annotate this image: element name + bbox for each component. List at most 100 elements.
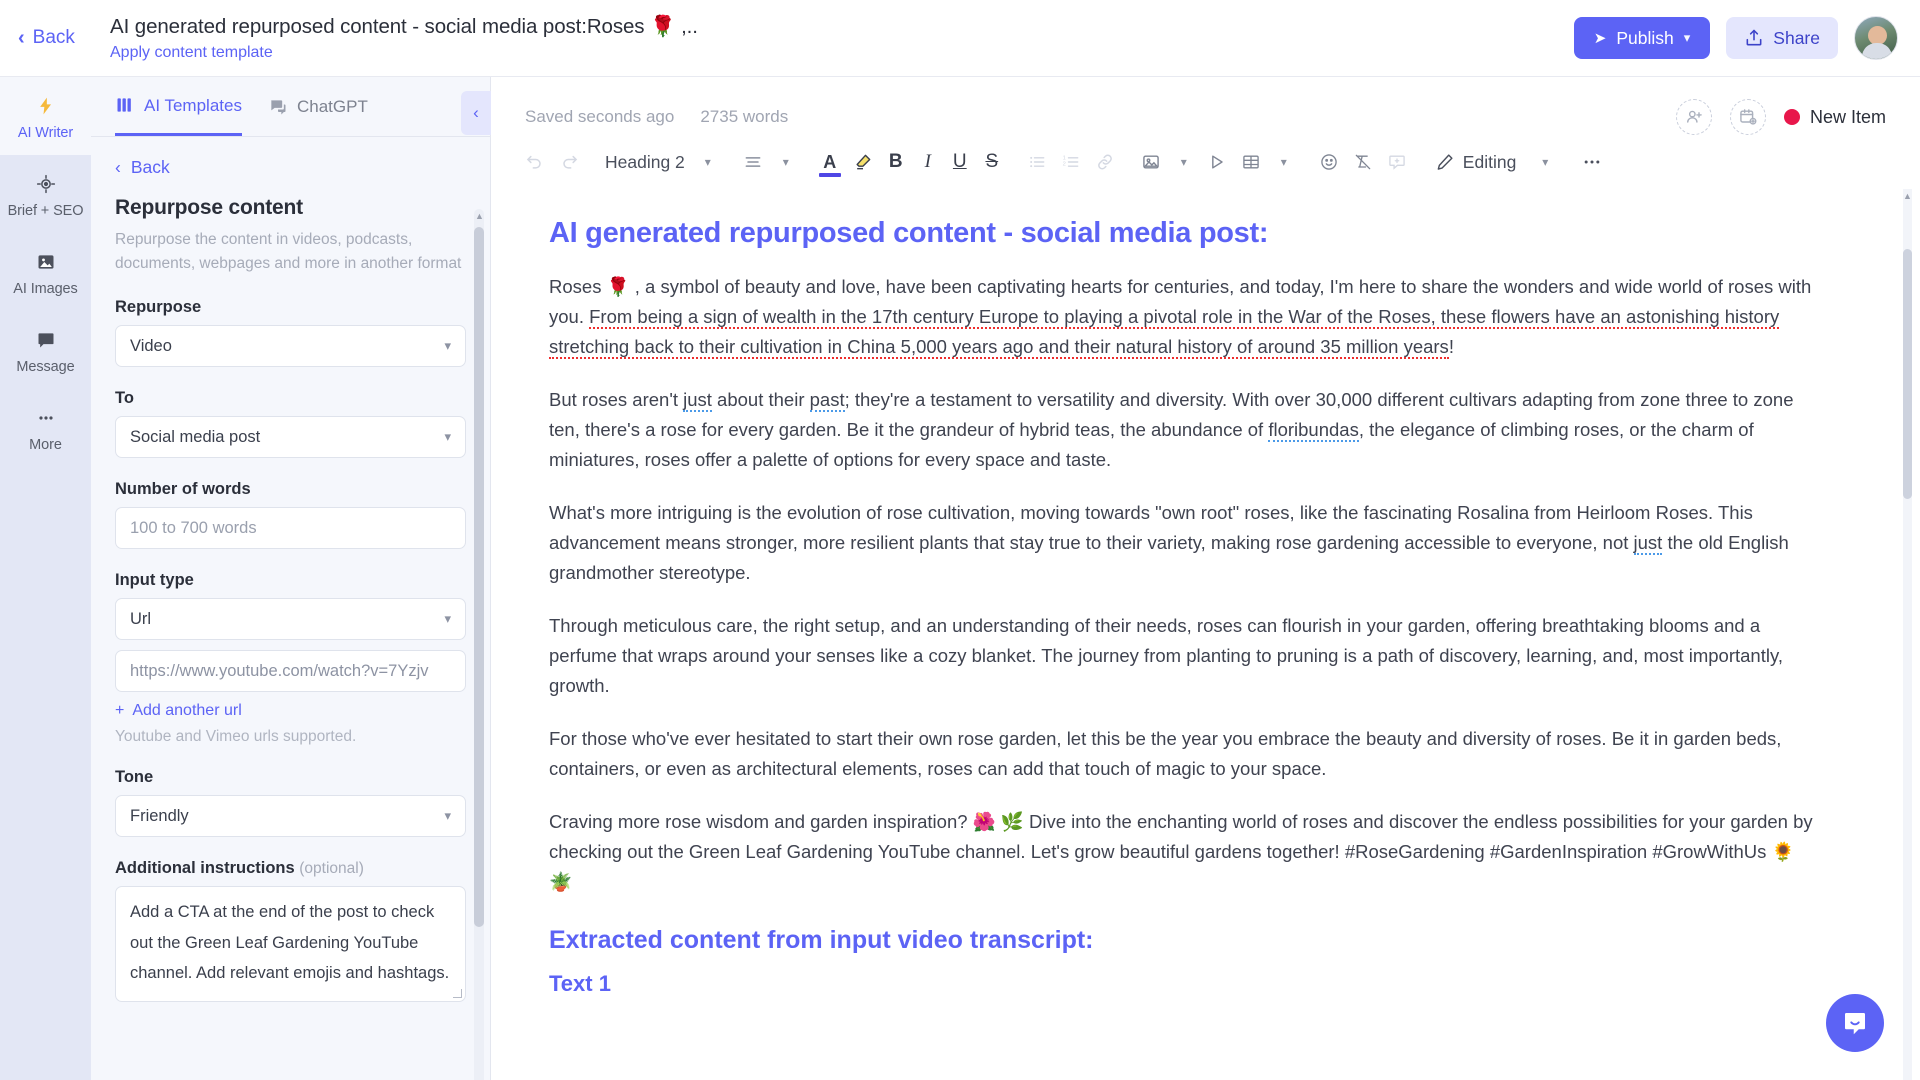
- number-of-words-input[interactable]: 100 to 700 words: [115, 507, 466, 550]
- bolt-icon: [4, 93, 87, 119]
- publish-button[interactable]: ➤ Publish ▾: [1573, 17, 1711, 59]
- tab-chatgpt[interactable]: ChatGPT: [268, 77, 368, 136]
- left-icon-rail: AI Writer Brief + SEO AI Images Message: [0, 77, 91, 1080]
- send-icon: ➤: [1593, 30, 1607, 47]
- template-panel: AI Templates ChatGPT ‹ ‹ Back Repurpose …: [91, 77, 491, 1080]
- bold-icon[interactable]: B: [881, 145, 911, 179]
- image-icon: [4, 249, 87, 275]
- additional-instructions-label: Additional instructions (optional): [115, 859, 466, 878]
- add-another-url-label: Add another url: [132, 702, 242, 720]
- panel-body: ‹ Back Repurpose content Repurpose the c…: [91, 137, 490, 1080]
- status-dot-icon: [1783, 109, 1800, 125]
- image-icon[interactable]: [1135, 145, 1167, 179]
- chevron-down-icon[interactable]: ▾: [1530, 145, 1560, 179]
- chevron-left-icon: ‹: [18, 27, 25, 49]
- sidebar-item-brief-seo[interactable]: Brief + SEO: [0, 155, 91, 233]
- collapse-panel-button[interactable]: ‹: [461, 91, 491, 135]
- document-canvas[interactable]: AI generated repurposed content - social…: [491, 189, 1920, 1080]
- bullet-list-icon[interactable]: [1021, 145, 1053, 179]
- sidebar-item-ai-writer[interactable]: AI Writer: [0, 77, 91, 155]
- support-chat-button[interactable]: [1826, 994, 1884, 1052]
- panel-scrollbar-thumb[interactable]: [474, 227, 484, 927]
- apply-content-template-link[interactable]: Apply content template: [110, 44, 1574, 62]
- document-paragraph: Through meticulous care, the right setup…: [549, 611, 1819, 701]
- new-item-button[interactable]: New Item: [1783, 107, 1886, 128]
- tone-value: Friendly: [130, 806, 189, 825]
- share-button[interactable]: Share: [1726, 17, 1838, 59]
- url-input[interactable]: https://www.youtube.com/watch?v=7Yzjv: [115, 650, 466, 693]
- back-button-label: Back: [32, 27, 75, 48]
- sidebar-item-ai-images[interactable]: AI Images: [0, 233, 91, 311]
- heading-style-dropdown[interactable]: Heading 2: [599, 145, 691, 179]
- repurpose-select[interactable]: Video ▾: [115, 325, 466, 368]
- topbar-actions: ➤ Publish ▾ Share: [1573, 16, 1898, 60]
- document-paragraph: But roses aren't just about their past; …: [549, 385, 1819, 475]
- panel-scrollbar[interactable]: ▲ ▼: [474, 209, 484, 1080]
- text-color-icon[interactable]: A: [815, 145, 845, 179]
- editor-area: Saved seconds ago 2735 words New Item He…: [491, 77, 1920, 1080]
- scroll-up-arrow-icon[interactable]: ▲: [475, 211, 484, 221]
- document-scrollbar[interactable]: ▲ ▼: [1903, 189, 1912, 1080]
- invite-collaborator-button[interactable]: [1675, 99, 1712, 135]
- align-icon[interactable]: [737, 145, 769, 179]
- document-title: AI generated repurposed content - social…: [549, 217, 1269, 249]
- tone-label: Tone: [115, 768, 154, 787]
- sidebar-item-label: More: [29, 437, 62, 453]
- title-block: AI generated repurposed content - social…: [110, 14, 1574, 63]
- emoji-icon[interactable]: [1313, 145, 1345, 179]
- to-select[interactable]: Social media post ▾: [115, 416, 466, 459]
- paragraph-text: For those who've ever hesitated to start…: [549, 727, 1782, 779]
- underline-icon[interactable]: U: [945, 145, 975, 179]
- chevron-down-icon[interactable]: ▾: [771, 145, 801, 179]
- document-scrollbar-thumb[interactable]: [1903, 249, 1912, 499]
- chevron-down-icon[interactable]: ▾: [1169, 145, 1199, 179]
- redo-icon[interactable]: [553, 145, 585, 179]
- document-paragraph: What's more intriguing is the evolution …: [549, 498, 1819, 588]
- message-icon: [4, 327, 87, 353]
- sidebar-item-more[interactable]: More: [0, 389, 91, 467]
- avatar[interactable]: [1854, 16, 1898, 60]
- tab-ai-templates[interactable]: AI Templates: [115, 77, 242, 136]
- numbered-list-icon[interactable]: 12: [1055, 145, 1087, 179]
- main-layout: AI Writer Brief + SEO AI Images Message: [0, 77, 1920, 1080]
- tone-select[interactable]: Friendly ▾: [115, 795, 466, 838]
- panel-back-label: Back: [130, 157, 170, 177]
- target-icon: [4, 171, 87, 197]
- paragraph-text: What's more intriguing is the evolution …: [549, 501, 1753, 553]
- input-type-value: Url: [130, 609, 152, 628]
- saved-status: Saved seconds ago: [525, 107, 675, 126]
- repurpose-label: Repurpose: [115, 298, 202, 317]
- sidebar-item-label: Message: [16, 359, 75, 375]
- chevron-left-icon: ‹: [115, 157, 121, 177]
- input-type-select[interactable]: Url ▾: [115, 598, 466, 641]
- ellipsis-icon: [4, 405, 87, 431]
- top-bar: ‹ Back AI generated repurposed content -…: [0, 0, 1920, 77]
- link-icon[interactable]: [1089, 145, 1121, 179]
- to-value: Social media post: [130, 427, 261, 446]
- scroll-up-arrow-icon[interactable]: ▲: [1903, 191, 1912, 201]
- additional-instructions-textarea[interactable]: Add a CTA at the end of the post to chec…: [115, 886, 466, 1003]
- italic-icon[interactable]: I: [913, 145, 943, 179]
- templates-icon: [115, 95, 135, 115]
- comment-icon[interactable]: [1381, 145, 1413, 179]
- media-play-icon[interactable]: [1201, 145, 1233, 179]
- add-another-url-button[interactable]: + Add another url: [115, 702, 466, 720]
- sidebar-item-message[interactable]: Message: [0, 311, 91, 389]
- grammar-highlight: floribundas: [1268, 418, 1359, 442]
- editing-mode-button[interactable]: Editing: [1427, 152, 1516, 173]
- editor-status-actions: New Item: [1675, 99, 1886, 135]
- strikethrough-icon[interactable]: S: [977, 145, 1007, 179]
- document-paragraph: For those who've ever hesitated to start…: [549, 724, 1819, 784]
- more-options-icon[interactable]: [1576, 145, 1608, 179]
- back-button[interactable]: ‹ Back: [18, 27, 110, 49]
- chevron-down-icon[interactable]: ▾: [1269, 145, 1299, 179]
- schedule-button[interactable]: [1729, 99, 1766, 135]
- clear-formatting-icon[interactable]: [1347, 145, 1379, 179]
- table-icon[interactable]: [1235, 145, 1267, 179]
- chevron-down-icon: ▾: [1683, 30, 1691, 45]
- instructions-optional-text: (optional): [299, 860, 364, 878]
- chevron-down-icon[interactable]: ▾: [693, 145, 723, 179]
- panel-back-button[interactable]: ‹ Back: [115, 157, 466, 178]
- highlighter-icon[interactable]: [847, 145, 879, 179]
- undo-icon[interactable]: [519, 145, 551, 179]
